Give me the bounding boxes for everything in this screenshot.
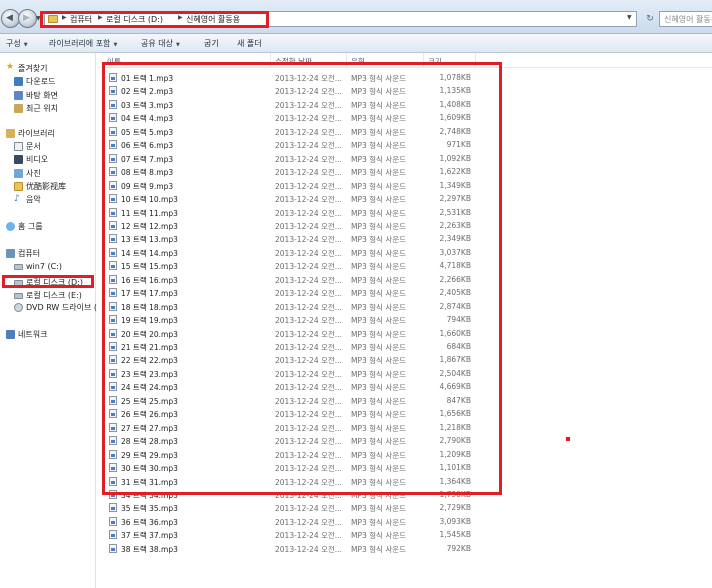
- organize-label: 구성: [6, 39, 21, 48]
- share-with-label: 공유 대상: [141, 39, 173, 48]
- search-input[interactable]: 신혜영어 활동용 검색: [659, 11, 712, 27]
- homegroup-icon: [6, 222, 15, 231]
- burn-button[interactable]: 굽기: [204, 38, 219, 49]
- file-date: 2013-12-24 오전...: [275, 544, 342, 554]
- nav-drive-c-label: win7 (C:): [26, 262, 62, 271]
- nav-computer-label: 컴퓨터: [18, 249, 41, 258]
- file-type: MP3 형식 사운드: [351, 504, 407, 514]
- folder-icon: [14, 182, 23, 191]
- computer-icon: [6, 249, 15, 258]
- address-bar-region: ◀ ▶ ▼ ▶ 컴퓨터 ▶ 로컬 디스크 (D:) ▶ 신혜영어 활동용 ▼ ↻…: [0, 0, 712, 34]
- file-name: 37 트랙 37.mp3: [121, 531, 178, 541]
- document-icon: [14, 142, 23, 151]
- nav-dvd-label: DVD RW 드라이브 (: [26, 303, 97, 312]
- mp3-file-icon: [109, 543, 117, 553]
- mp3-file-icon: [109, 503, 117, 513]
- file-row[interactable]: 38 트랙 38.mp3 2013-12-24 오전... MP3 형식 사운드 79…: [105, 542, 525, 555]
- arrow-right-icon: ▶: [23, 13, 30, 23]
- nav-libraries-label: 라이브러리: [18, 129, 55, 138]
- file-date: 2013-12-24 오전...: [275, 531, 342, 541]
- chevron-down-icon: ▼: [175, 42, 180, 48]
- hard-drive-icon: [14, 264, 23, 270]
- dvd-drive-icon: [14, 303, 23, 312]
- address-history-chevron-down-icon[interactable]: ▼: [627, 14, 632, 21]
- annotation-box-file-list: [102, 62, 502, 495]
- music-note-icon: ♪: [14, 194, 20, 204]
- nav-favorites-label: 즐겨찾기: [18, 64, 48, 73]
- nav-recent-label: 최근 위치: [26, 104, 58, 113]
- file-type: MP3 형식 사운드: [351, 531, 407, 541]
- annotation-box-address: [40, 11, 269, 28]
- download-icon: [14, 77, 23, 86]
- include-in-library-label: 라이브러리에 포함: [49, 39, 111, 48]
- command-toolbar: 구성 ▼ 라이브러리에 포함 ▼ 공유 대상 ▼ 굽기 새 폴더: [0, 34, 712, 53]
- network-icon: [6, 330, 15, 339]
- file-size: 792KB: [446, 543, 471, 553]
- forward-button[interactable]: ▶: [18, 9, 37, 28]
- nav-desktop-label: 바탕 화면: [26, 91, 58, 100]
- file-size: 1,545KB: [439, 530, 471, 540]
- mp3-file-icon: [109, 516, 117, 526]
- star-icon: ★: [6, 62, 15, 72]
- file-date: 2013-12-24 오전...: [275, 517, 342, 527]
- file-size: 3,093KB: [439, 516, 471, 526]
- file-type: MP3 형식 사운드: [351, 544, 407, 554]
- hard-drive-icon: [14, 293, 23, 299]
- desktop-icon: [14, 91, 23, 100]
- arrow-left-icon: ◀: [6, 13, 13, 23]
- nav-videos-label: 비디오: [26, 155, 49, 164]
- nav-youku-label: 优酷影视库: [26, 182, 66, 191]
- file-name: 38 트랙 38.mp3: [121, 544, 178, 554]
- refresh-icon: ↻: [646, 14, 654, 24]
- annotation-box-drive: [2, 275, 94, 288]
- nav-downloads-label: 다운로드: [26, 77, 56, 86]
- organize-button[interactable]: 구성 ▼: [6, 38, 28, 49]
- nav-music-label: 음악: [26, 195, 41, 204]
- library-icon: [6, 129, 15, 138]
- nav-drive-e-label: 로컬 디스크 (E:): [26, 291, 82, 300]
- file-row[interactable]: 35 트랙 35.mp3 2013-12-24 오전... MP3 형식 사운드 2,…: [105, 501, 525, 514]
- new-folder-button[interactable]: 새 폴더: [237, 38, 262, 49]
- file-name: 35 트랙 35.mp3: [121, 504, 178, 514]
- refresh-button[interactable]: ↻: [643, 11, 657, 27]
- annotation-dot: [566, 437, 570, 441]
- video-icon: [14, 155, 23, 164]
- nav-network-label: 네트워크: [18, 330, 48, 339]
- file-row[interactable]: 37 트랙 37.mp3 2013-12-24 오전... MP3 형식 사운드 1,…: [105, 528, 525, 541]
- navigation-pane: ★ 즐겨찾기 다운로드 바탕 화면 최근 위치 라이브러리 문서 비디오 사진 …: [0, 53, 97, 588]
- file-size: 2,729KB: [439, 503, 471, 513]
- nav-homegroup-label: 홈 그룹: [18, 222, 43, 231]
- file-name: 36 트랙 36.mp3: [121, 517, 178, 527]
- include-in-library-button[interactable]: 라이브러리에 포함 ▼: [49, 38, 117, 49]
- mp3-file-icon: [109, 530, 117, 540]
- file-type: MP3 형식 사운드: [351, 517, 407, 527]
- file-row[interactable]: 36 트랙 36.mp3 2013-12-24 오전... MP3 형식 사운드 3,…: [105, 515, 525, 528]
- picture-icon: [14, 169, 23, 178]
- file-date: 2013-12-24 오전...: [275, 504, 342, 514]
- chevron-down-icon: ▼: [113, 42, 118, 48]
- nav-pictures-label: 사진: [26, 169, 41, 178]
- chevron-down-icon: ▼: [23, 42, 28, 48]
- share-with-button[interactable]: 공유 대상 ▼: [141, 38, 180, 49]
- nav-documents-label: 문서: [26, 142, 41, 151]
- recent-places-icon: [14, 104, 23, 113]
